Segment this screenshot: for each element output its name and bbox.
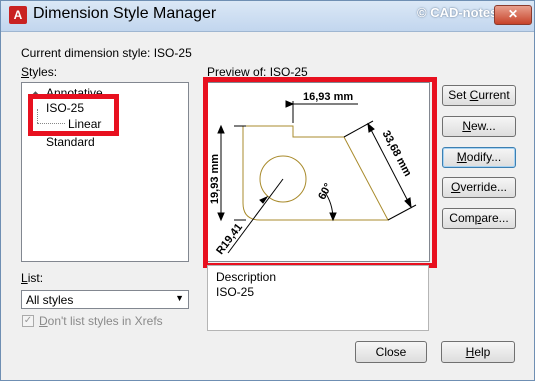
style-item-standard[interactable]: Standard xyxy=(46,135,95,149)
description-box: Description ISO-25 xyxy=(207,265,429,331)
list-filter-value: All styles xyxy=(26,293,74,307)
list-filter-select[interactable]: All styles ▼ xyxy=(21,290,189,309)
styles-label-text: tyles: xyxy=(29,65,58,79)
compare-text-b: are... xyxy=(481,211,509,225)
list-label: List: xyxy=(21,271,43,285)
override-mnemonic: O xyxy=(450,180,461,194)
help-button[interactable]: Help xyxy=(441,341,515,363)
window-title: Dimension Style Manager xyxy=(33,5,217,22)
help-text-b: elp xyxy=(474,345,491,359)
current-style-label: Current dimension style: ISO-25 xyxy=(21,46,192,60)
styles-label: Styles: xyxy=(21,65,57,79)
compare-button[interactable]: Compare... xyxy=(442,208,516,229)
description-value: ISO-25 xyxy=(216,285,255,299)
dont-list-xrefs-label: Don't list styles in Xrefs xyxy=(39,314,163,328)
set-current-text-a: Set xyxy=(448,88,470,102)
modify-button[interactable]: Modify... xyxy=(442,147,516,168)
autocad-app-icon: A xyxy=(9,6,27,24)
description-label: Description xyxy=(216,270,277,284)
dont-list-xrefs-text: on't list styles in Xrefs xyxy=(47,314,163,328)
highlight-box-styles xyxy=(28,94,119,136)
window-close-icon[interactable]: ✕ xyxy=(494,5,532,25)
set-current-button[interactable]: Set Current xyxy=(442,85,516,106)
new-button[interactable]: New... xyxy=(442,116,516,137)
new-text-b: ew... xyxy=(470,119,496,133)
list-label-mnemonic: L xyxy=(21,271,28,285)
close-button[interactable]: Close xyxy=(355,341,427,363)
compare-text-a: Com xyxy=(449,211,475,225)
title-bar[interactable]: A Dimension Style Manager © CAD-notes.co… xyxy=(1,1,534,32)
dont-list-xrefs-mnemonic: D xyxy=(39,314,48,328)
highlight-box-preview xyxy=(203,77,437,268)
list-label-text: ist: xyxy=(27,271,44,285)
dimension-style-manager-window: A Dimension Style Manager © CAD-notes.co… xyxy=(0,0,535,381)
modify-mnemonic: M xyxy=(456,150,467,164)
set-current-text-b: urrent xyxy=(478,88,510,102)
override-text-b: verride... xyxy=(460,180,508,194)
override-button[interactable]: Override... xyxy=(442,177,516,198)
styles-label-mnemonic: S xyxy=(21,65,30,79)
dont-list-xrefs-checkbox[interactable]: ✓ xyxy=(22,315,34,327)
chevron-down-icon[interactable]: ▼ xyxy=(175,293,184,303)
modify-text-b: odify... xyxy=(466,150,502,164)
new-mnemonic: N xyxy=(462,119,471,133)
